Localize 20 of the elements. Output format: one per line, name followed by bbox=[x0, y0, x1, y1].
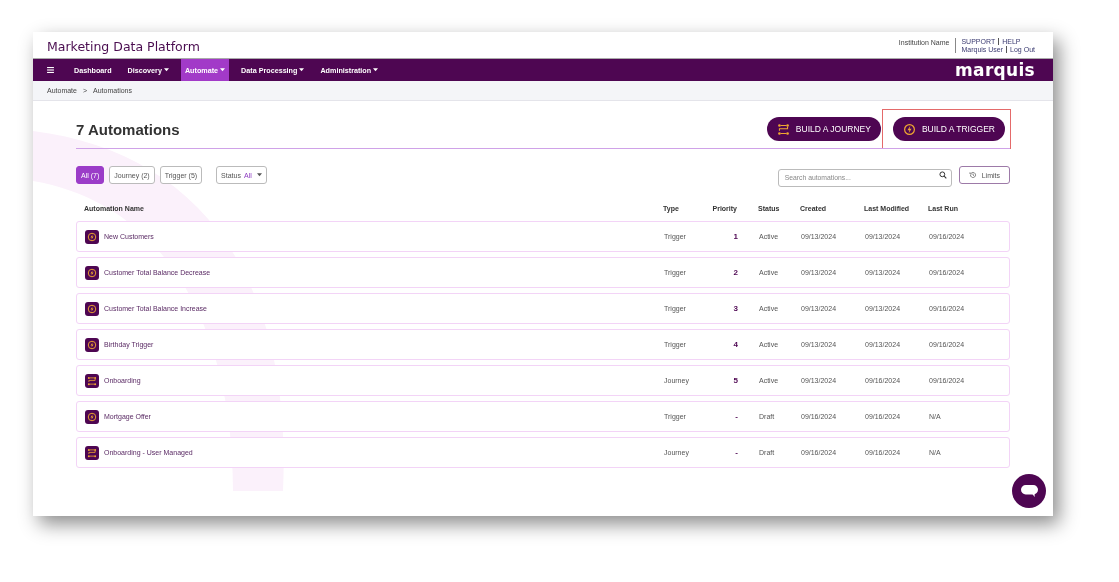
priority-cell-text: - bbox=[734, 412, 738, 421]
priority-cell-text: - bbox=[734, 448, 738, 457]
priority-cell-text: 4 bbox=[732, 340, 738, 349]
logo: marquis bbox=[955, 60, 1036, 80]
lightning-icon bbox=[902, 122, 916, 136]
history-icon bbox=[968, 171, 977, 179]
menu-icon[interactable] bbox=[47, 67, 54, 73]
flow-icon bbox=[776, 122, 790, 136]
priority-cell-text: 3 bbox=[732, 304, 738, 313]
priority-cell-text: 5 bbox=[732, 376, 738, 385]
build-button[interactable]: BUILD A JOURNEY bbox=[766, 117, 881, 141]
app-title: Marketing Data Platform bbox=[47, 38, 200, 54]
search-icon bbox=[938, 171, 947, 179]
priority-cell-text: 2 bbox=[732, 268, 738, 277]
caret-icon bbox=[256, 173, 262, 177]
chat-button[interactable] bbox=[1012, 474, 1046, 508]
chat-icon bbox=[1020, 485, 1038, 497]
build-button[interactable]: BUILD A TRIGGER bbox=[892, 117, 1005, 141]
priority-cell-text: 1 bbox=[732, 232, 738, 241]
page-title: 7 Automations bbox=[76, 120, 180, 138]
